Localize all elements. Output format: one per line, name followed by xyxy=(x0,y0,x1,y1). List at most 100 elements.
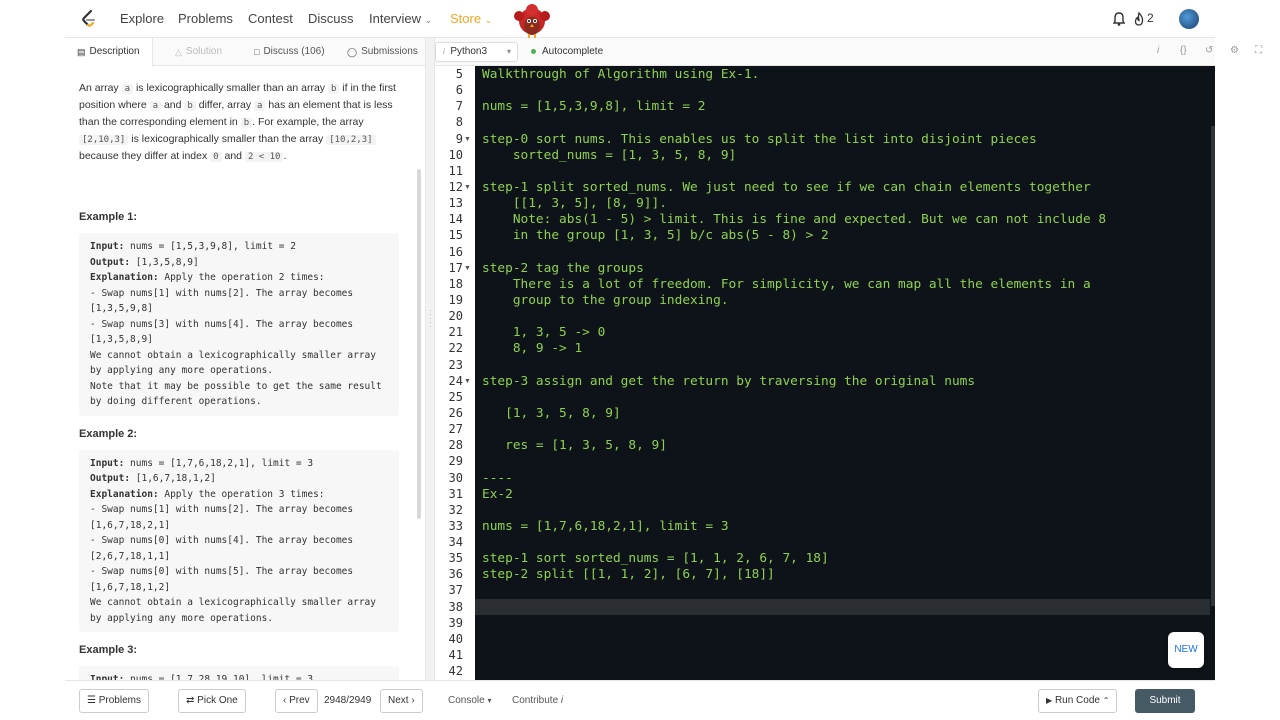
fold-arrow-icon[interactable]: ▼ xyxy=(464,184,471,191)
code-editor[interactable]: 5 6 7 8 9 ▼ 10 11 12 ▼ 13 14 15 16 17 ▼ 18 19 20 21 22 23 24 ▼ 2… xyxy=(435,66,1215,680)
line-number: 12 xyxy=(448,179,463,194)
run-code-label: Run Code xyxy=(1054,695,1100,706)
code-line: step-1 sort sorted_nums = [1, 1, 2, 6, 7… xyxy=(482,551,829,567)
line-number: 42 xyxy=(448,664,463,679)
examples: Example 1: Input: nums = [1,5,3,9,8], lim… xyxy=(79,209,399,686)
nav-problems[interactable]: Problems xyxy=(178,11,233,26)
code-line: Ex-2 xyxy=(482,486,513,502)
bell-icon[interactable] xyxy=(1111,11,1127,27)
chat-icon: □ xyxy=(254,47,260,57)
line-number: 7 xyxy=(455,99,463,114)
next-label: Next xyxy=(388,695,409,706)
line-number: 9 xyxy=(455,131,463,146)
line-number: 20 xyxy=(448,309,463,324)
leetcode-logo-icon[interactable] xyxy=(79,9,99,29)
inline-code: 2 < 10 xyxy=(244,152,284,162)
line-number: 22 xyxy=(448,341,463,356)
nav-store[interactable]: Store ⌄ xyxy=(450,11,492,26)
tab-solution-label: Solution xyxy=(185,46,223,57)
example-line: [1,3,5,9,8] xyxy=(90,303,153,314)
line-number: 11 xyxy=(448,163,463,178)
line-number: 10 xyxy=(448,147,463,162)
braces-icon[interactable]: {} xyxy=(1180,45,1187,56)
fullscreen-icon[interactable]: ⛶ xyxy=(1255,45,1262,56)
contribute-label: Contribute xyxy=(512,695,559,706)
line-number: 21 xyxy=(448,325,463,340)
code-line: res = [1, 3, 5, 8, 9] xyxy=(482,438,667,454)
prev-button[interactable]: ‹ Prev xyxy=(275,689,318,713)
chevron-left-icon: ‹ xyxy=(283,695,287,706)
tab-submissions-label: Submissions xyxy=(361,46,418,57)
example-box: Input: nums = [1,5,3,9,8], limit = 2 Outp… xyxy=(79,233,399,416)
example-line: - Swap nums[1] with nums[2]. The array b… xyxy=(90,504,354,515)
code-line: Note: abs(1 - 5) > limit. This is fine a… xyxy=(482,212,1107,228)
line-number: 6 xyxy=(455,83,463,98)
example-line: We cannot obtain a lexicographically sma… xyxy=(90,349,376,361)
flask-icon: △ xyxy=(175,47,182,57)
run-code-button[interactable]: ▶ Run Code ⌃ xyxy=(1038,689,1118,713)
info-icon[interactable]: i xyxy=(1157,45,1159,56)
autocomplete-label: Autocomplete xyxy=(542,46,604,57)
clock-icon: ◯ xyxy=(347,47,358,57)
example-line: - Swap nums[3] with nums[4]. The array b… xyxy=(90,318,354,330)
nav-contest[interactable]: Contest xyxy=(248,11,293,26)
nav-interview[interactable]: Interview ⌄ xyxy=(369,11,432,26)
console-toggle[interactable]: Console ▾ xyxy=(448,695,492,706)
intro-text: . xyxy=(283,150,287,162)
description-scrollbar[interactable] xyxy=(417,169,421,519)
tab-description[interactable]: ▤ Description xyxy=(65,38,153,66)
nav-discuss[interactable]: Discuss xyxy=(308,11,354,26)
panel-splitter[interactable]: · · · · · xyxy=(425,38,435,686)
language-select[interactable]: i Python3 ▾ xyxy=(435,42,518,62)
inline-code: a xyxy=(149,101,162,111)
submit-button[interactable]: Submit xyxy=(1135,689,1195,713)
example-title: Example 2: xyxy=(79,427,138,440)
intro-text: and xyxy=(221,150,245,162)
nav-explore[interactable]: Explore xyxy=(120,11,164,26)
problems-button[interactable]: ☰ Problems xyxy=(79,689,149,713)
streak-count: 2 xyxy=(1147,11,1154,25)
code-line: [[1, 3, 5], [8, 9]]. xyxy=(482,196,667,212)
code-line: 8, 9 -> 1 xyxy=(482,341,583,357)
code-line: sorted_nums = [1, 3, 5, 8, 9] xyxy=(482,147,737,163)
editor-scrollbar[interactable] xyxy=(1211,126,1215,606)
line-number: 27 xyxy=(448,422,463,437)
caret-down-icon: ▾ xyxy=(506,47,511,56)
avatar[interactable] xyxy=(1179,9,1199,29)
nav-interview-label: Interview xyxy=(369,11,422,26)
problems-button-label: Problems xyxy=(98,695,141,706)
reset-icon[interactable]: ↺ xyxy=(1205,45,1213,56)
line-number: 13 xyxy=(448,196,463,211)
next-button[interactable]: Next › xyxy=(380,689,423,713)
inline-code: a xyxy=(254,101,266,111)
fold-arrow-icon[interactable]: ▼ xyxy=(464,378,471,385)
flame-icon[interactable] xyxy=(1131,11,1147,27)
shuffle-icon: ⇄ xyxy=(186,695,195,706)
code-line: step-2 tag the groups xyxy=(482,260,644,276)
fold-arrow-icon[interactable]: ▼ xyxy=(464,265,471,272)
current-line-highlight xyxy=(475,599,1210,615)
line-number: 16 xyxy=(448,244,463,259)
tab-discuss[interactable]: □ Discuss (106) xyxy=(254,38,325,66)
line-number: 37 xyxy=(448,583,463,598)
line-number: 29 xyxy=(448,454,463,469)
tab-solution[interactable]: △ Solution xyxy=(175,38,222,66)
autocomplete-toggle[interactable]: Autocomplete xyxy=(531,46,603,57)
code-line: in the group [1, 3, 5] b/c abs(5 - 8) > … xyxy=(482,228,829,244)
example-line: Explanation: Apply the operation 3 times… xyxy=(90,488,325,500)
settings-icon[interactable]: ⚙ xyxy=(1230,45,1239,56)
tab-submissions[interactable]: ◯ Submissions xyxy=(347,38,418,66)
inline-code: b xyxy=(184,101,196,111)
example-box: Input: nums = [1,7,6,18,2,1], limit = 3 O… xyxy=(79,449,399,632)
contribute-link[interactable]: Contribute i xyxy=(512,695,563,706)
bottom-bar: ☰ Problems ⇄ Pick One ‹ Prev 2948/2949 N… xyxy=(65,680,1215,720)
line-number: 24 xyxy=(448,373,463,388)
inline-code: 0 xyxy=(210,152,222,162)
editor-toolbar: i Python3 ▾ Autocomplete i {} ↺ ⚙ ⛶ xyxy=(435,38,1262,66)
pick-one-button[interactable]: ⇄ Pick One xyxy=(178,689,246,713)
fold-arrow-icon[interactable]: ▼ xyxy=(464,136,471,143)
code-line: There is a lot of freedom. For simplicit… xyxy=(482,276,1091,292)
new-badge[interactable]: NEW xyxy=(1168,632,1204,668)
example-line: [2,6,7,18,1,1] xyxy=(90,550,171,562)
line-number-gutter: 5 6 7 8 9 ▼ 10 11 12 ▼ 13 14 15 16 17 ▼ 18 19 20 21 22 23 24 ▼ 2… xyxy=(435,66,475,680)
